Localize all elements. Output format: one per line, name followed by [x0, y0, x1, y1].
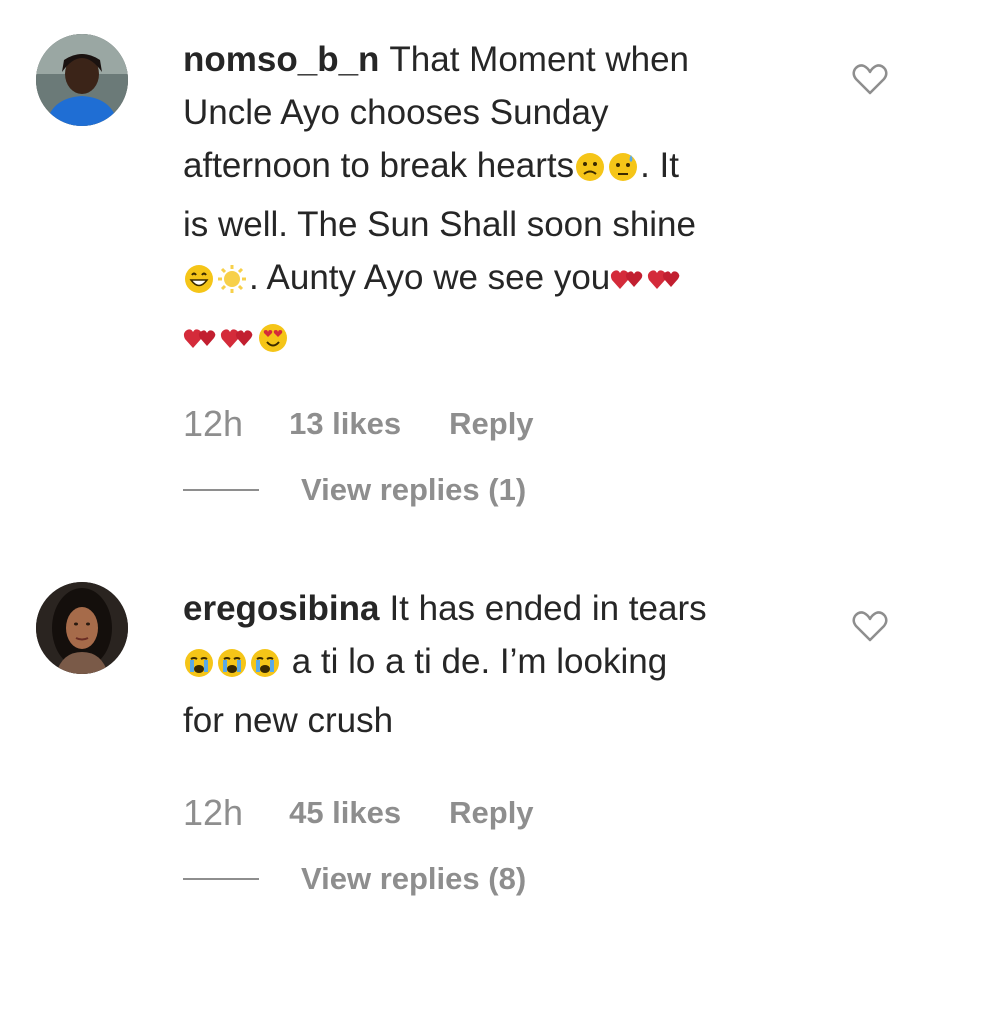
comment-text: nomso_b_n That Moment when Uncle Ayo choo… — [183, 33, 793, 369]
comment-line: . Aunty Ayo we see you — [249, 258, 611, 297]
view-replies-button[interactable]: View replies (8) — [183, 859, 526, 899]
heart-pair-emoji-icon — [220, 316, 256, 369]
heart-pair-emoji-icon — [610, 257, 646, 310]
view-replies-label[interactable]: View replies (1) — [301, 472, 526, 508]
reply-button[interactable]: Reply — [449, 406, 533, 442]
reply-button[interactable]: Reply — [449, 795, 533, 831]
replies-divider — [183, 489, 259, 491]
comment-text: eregosibina It has ended in tears a ti lo… — [183, 582, 793, 747]
heart-pair-emoji-icon — [183, 316, 219, 369]
comment-username[interactable]: eregosibina — [183, 589, 379, 628]
crying-emoji-icon — [216, 641, 248, 694]
comment-meta: 12h 13 likes Reply — [183, 403, 534, 445]
comment-time[interactable]: 12h — [183, 792, 243, 834]
avatar[interactable] — [36, 34, 128, 126]
replies-divider — [183, 878, 259, 880]
comment-line: a ti lo a ti de. I’m looking — [282, 642, 668, 681]
comment-line: is well. The Sun Shall soon shine — [183, 205, 696, 244]
grin-sweat-emoji-icon — [183, 257, 215, 310]
view-replies-button[interactable]: View replies (1) — [183, 470, 526, 510]
comment-time[interactable]: 12h — [183, 403, 243, 445]
heart-outline-icon[interactable] — [850, 606, 890, 646]
avatar[interactable] — [36, 582, 128, 674]
sun-emoji-icon — [216, 257, 248, 310]
crying-emoji-icon — [183, 641, 215, 694]
comment-likes-count[interactable]: 45 likes — [289, 795, 401, 831]
comment-line: It has ended in tears — [389, 589, 707, 628]
comment-line: for new crush — [183, 701, 394, 740]
view-replies-label[interactable]: View replies (8) — [301, 861, 526, 897]
comment-line: That Moment when — [389, 40, 690, 79]
frown-emoji-icon — [574, 145, 606, 198]
heart-pair-emoji-icon — [647, 257, 683, 310]
comment-username[interactable]: nomso_b_n — [183, 40, 379, 79]
comment-likes-count[interactable]: 13 likes — [289, 406, 401, 442]
comment-line: Uncle Ayo chooses Sunday — [183, 93, 609, 132]
comment-meta: 12h 45 likes Reply — [183, 792, 534, 834]
crying-emoji-icon — [249, 641, 281, 694]
heart-outline-icon[interactable] — [850, 59, 890, 99]
comment-line-suffix: . It — [640, 146, 679, 185]
worried-sweat-emoji-icon — [607, 145, 639, 198]
comment-line: afternoon to break hearts — [183, 146, 575, 185]
heart-eyes-emoji-icon — [257, 316, 289, 369]
